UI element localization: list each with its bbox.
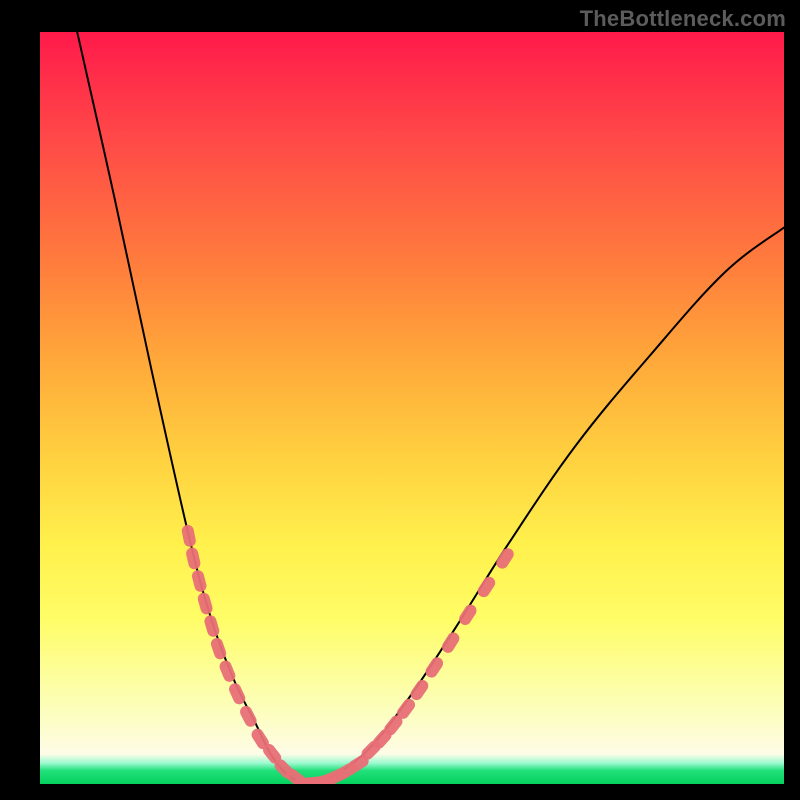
curve-marker bbox=[408, 678, 430, 703]
curve-marker bbox=[475, 574, 497, 599]
curve-marker bbox=[191, 569, 208, 593]
curve-marker bbox=[181, 524, 197, 548]
curve-marker bbox=[494, 546, 516, 571]
plot-area bbox=[40, 32, 784, 784]
curve-marker bbox=[185, 546, 202, 570]
curve-marker bbox=[457, 602, 479, 627]
curve-marker bbox=[423, 655, 445, 680]
chart-frame: TheBottleneck.com bbox=[0, 0, 800, 800]
curve-marker bbox=[196, 591, 213, 615]
marker-band-bottom bbox=[293, 753, 371, 784]
marker-band-left bbox=[181, 524, 309, 784]
curve-marker bbox=[203, 614, 221, 639]
watermark-text: TheBottleneck.com bbox=[580, 6, 786, 32]
curve-svg bbox=[40, 32, 784, 784]
curve-marker bbox=[440, 630, 462, 655]
